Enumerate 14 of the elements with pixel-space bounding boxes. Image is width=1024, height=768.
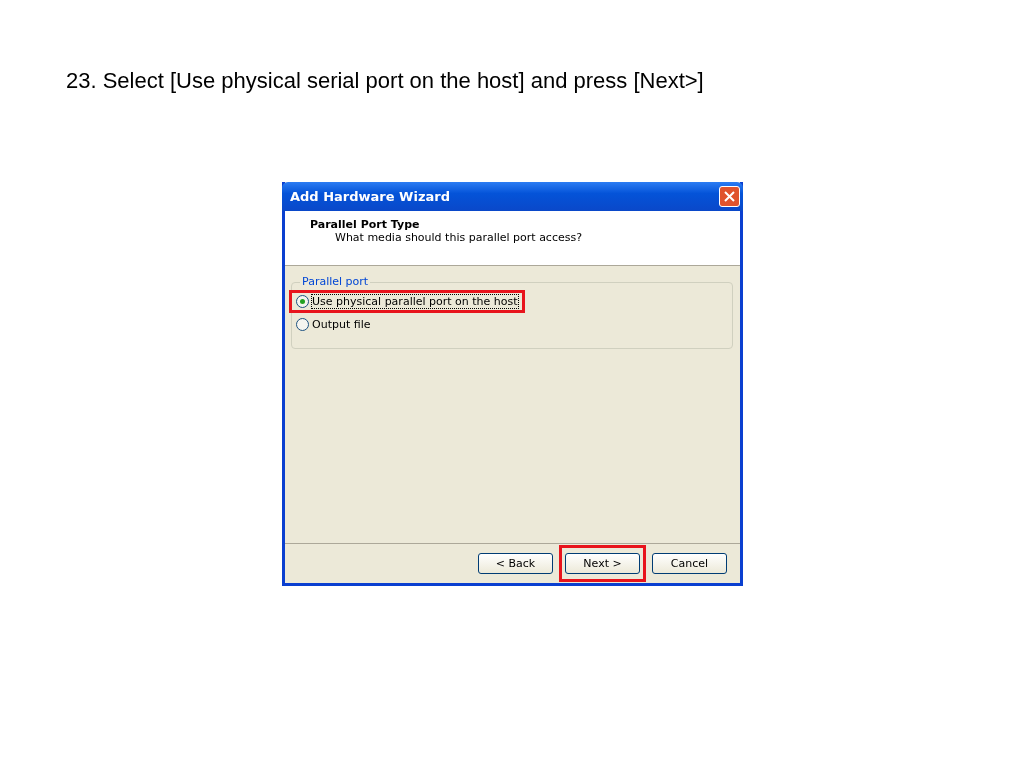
wizard-button[interactable]: Cancel — [652, 553, 727, 574]
wizard-button[interactable]: < Back — [478, 553, 553, 574]
instruction-text: 23. Select [Use physical serial port on the host] and press [Next>] — [65, 67, 704, 94]
window-title: Add Hardware Wizard — [290, 189, 450, 204]
close-button[interactable] — [719, 186, 740, 207]
radio-label[interactable]: Use physical parallel port on the host — [312, 295, 518, 308]
radio-button[interactable] — [296, 318, 309, 331]
group-label: Parallel port — [300, 275, 371, 288]
page-subtitle: What media should this parallel port access? — [334, 231, 584, 244]
close-icon — [724, 191, 735, 202]
radio-button[interactable] — [296, 295, 309, 308]
radio-label[interactable]: Output file — [312, 318, 371, 331]
page-title: Parallel Port Type — [310, 218, 421, 231]
wizard-button[interactable]: Next > — [565, 553, 640, 574]
